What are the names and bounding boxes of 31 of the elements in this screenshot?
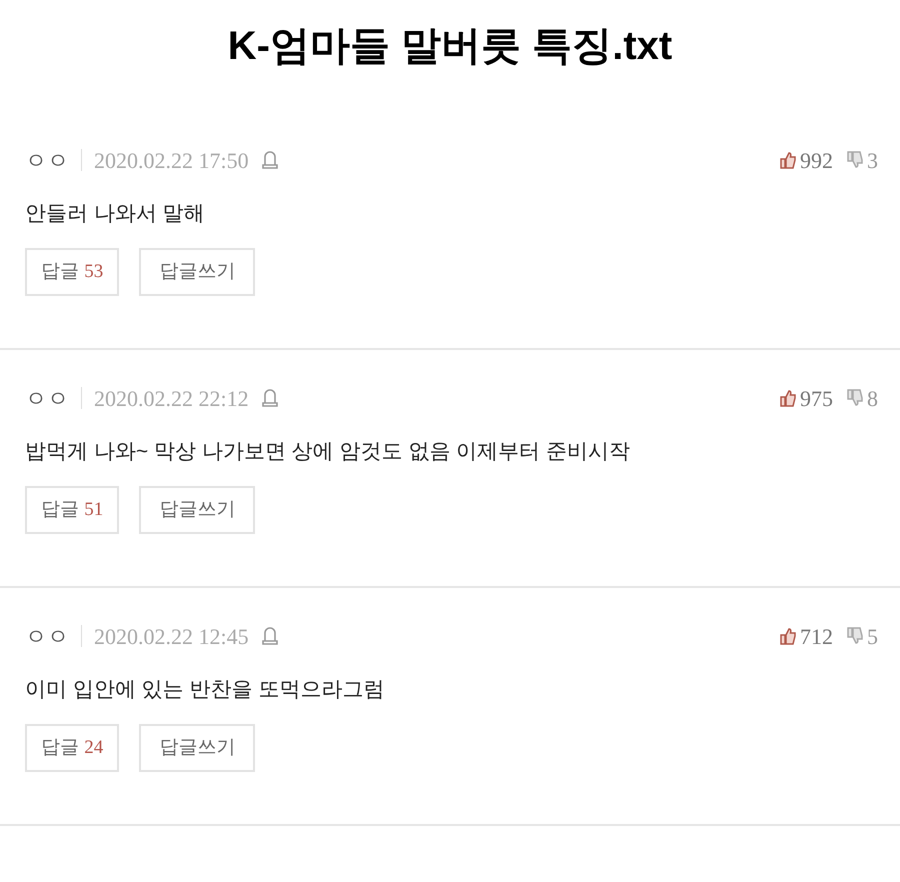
comment-date: 2020.02.22 22:12 <box>94 384 249 412</box>
comment-text: 이미 입안에 있는 반찬을 또먹으라그럼 <box>25 677 386 703</box>
write-reply-button[interactable]: 답글쓰기 <box>139 486 256 534</box>
page-title: K-엄마들 말버릇 특징.txt <box>228 23 672 70</box>
bell-icon[interactable] <box>260 626 279 646</box>
write-reply-button[interactable]: 답글쓰기 <box>139 248 256 296</box>
author-name: ㅇㅇ <box>25 384 69 412</box>
thumbs-up-icon[interactable] <box>778 150 798 170</box>
replies-button[interactable]: 답글 53 <box>25 248 120 296</box>
thumbs-down-icon[interactable] <box>845 626 865 646</box>
thumbs-up-icon[interactable] <box>778 388 798 408</box>
thumbs-up-icon[interactable] <box>778 626 798 646</box>
thumbs-down-icon[interactable] <box>845 388 865 408</box>
thumbs-down-icon[interactable] <box>845 150 865 170</box>
write-reply-button[interactable]: 답글쓰기 <box>139 724 256 772</box>
like-count: 992 <box>800 146 833 174</box>
dislike-count: 3 <box>867 146 878 174</box>
like-count: 712 <box>800 622 833 650</box>
replies-button[interactable]: 답글 24 <box>25 724 120 772</box>
replies-button[interactable]: 답글 51 <box>25 486 120 534</box>
dislike-count: 5 <box>867 622 878 650</box>
bell-icon[interactable] <box>260 388 279 408</box>
bell-icon[interactable] <box>260 150 279 170</box>
comment-text: 밥먹게 나와~ 막상 나가보면 상에 암것도 없음 이제부터 준비시작 <box>25 439 631 465</box>
comment-date: 2020.02.22 12:45 <box>94 622 249 650</box>
dislike-count: 8 <box>867 384 878 412</box>
author-name: ㅇㅇ <box>25 146 69 174</box>
comment-text: 안들러 나와서 말해 <box>25 201 206 227</box>
comment-date: 2020.02.22 17:50 <box>94 146 249 174</box>
author-name: ㅇㅇ <box>25 622 69 650</box>
like-count: 975 <box>800 384 833 412</box>
